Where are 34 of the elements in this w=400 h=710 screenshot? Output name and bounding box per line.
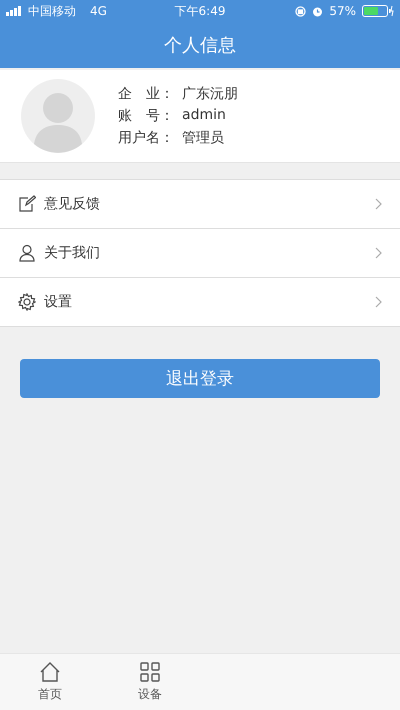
edit-icon [18, 195, 36, 213]
field-value: 管理员 [182, 129, 224, 147]
field-label: 企 业： [118, 85, 175, 103]
chevron-icon [375, 247, 382, 259]
signal-icon [6, 6, 22, 16]
network-type: 4G [90, 4, 107, 18]
rotation-lock-icon [295, 6, 306, 16]
settings-icon [18, 293, 36, 311]
field-value: admin [182, 107, 226, 125]
field-label: 用户名： [118, 129, 175, 147]
tab-label: 设备 [138, 686, 162, 702]
menu-label: 意见反馈 [44, 195, 101, 213]
tab[interactable]: 设备 [100, 654, 200, 710]
menu-label: 设置 [44, 293, 73, 311]
battery-icon [362, 5, 394, 17]
tab[interactable]: 首页 [0, 654, 100, 710]
field-value: 广东沅朋 [182, 85, 238, 103]
menu-item[interactable]: 意见反馈 [0, 180, 400, 229]
clock-time: 下午6:49 [174, 2, 226, 20]
alarm-icon [312, 6, 324, 16]
grid-icon [140, 662, 160, 682]
page-title: 个人信息 [163, 34, 237, 58]
home-icon [39, 662, 61, 682]
person-icon [18, 244, 36, 262]
carrier-name: 中国移动 [28, 2, 76, 20]
tab-label: 首页 [38, 686, 62, 702]
menu-item[interactable]: 设置 [0, 278, 400, 327]
chevron-icon [375, 296, 382, 308]
battery-percent: 57% [329, 4, 356, 18]
field-label: 账 号： [118, 107, 175, 125]
chevron-icon [375, 198, 382, 210]
avatar-icon [20, 78, 96, 154]
menu-item[interactable]: 关于我们 [0, 229, 400, 278]
menu-label: 关于我们 [44, 244, 101, 262]
